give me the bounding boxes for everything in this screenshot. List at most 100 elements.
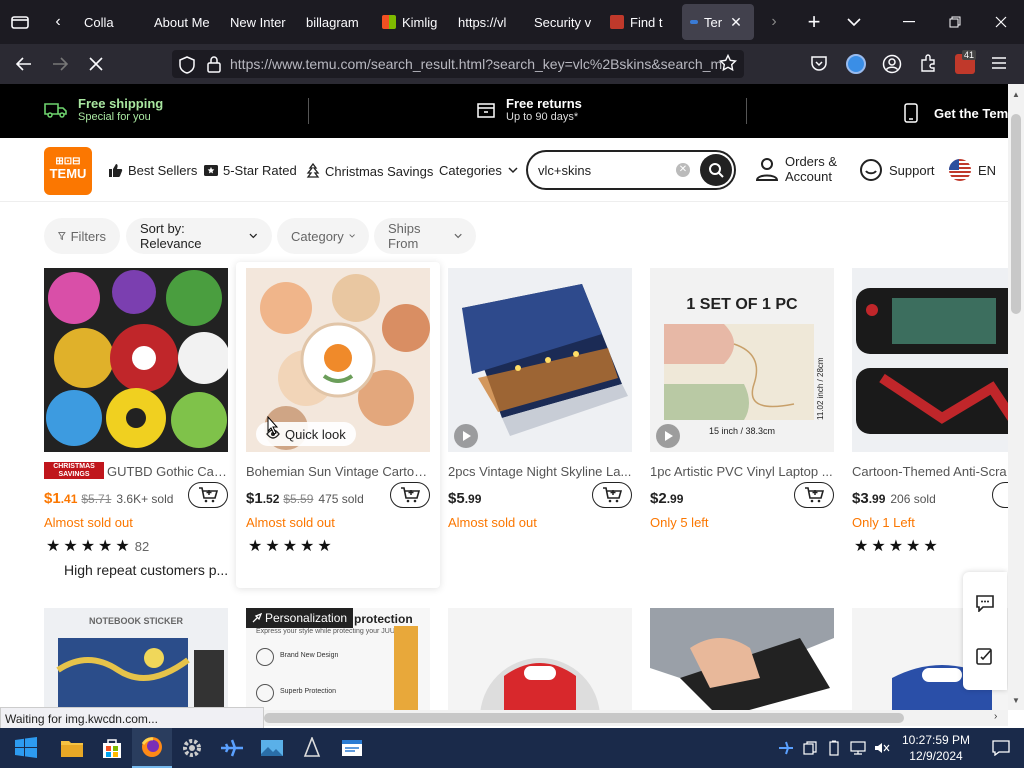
free-returns-promo[interactable]: Free returns Up to 90 days* <box>476 96 582 123</box>
tab[interactable]: Security v <box>526 0 602 44</box>
product-card[interactable]: CHRISTMAS SAVINGS GUTBD Gothic Cart... $… <box>44 268 228 578</box>
product-title[interactable]: GUTBD Gothic Cart... <box>107 464 228 479</box>
tab[interactable]: Find t <box>602 0 678 44</box>
url-bar[interactable]: https://www.temu.com/search_result.html?… <box>172 50 744 78</box>
account-icon[interactable] <box>882 54 902 77</box>
inkscape-app-icon[interactable] <box>292 728 332 768</box>
support-link[interactable]: Support <box>859 158 935 182</box>
category-dropdown[interactable]: Category <box>277 218 369 254</box>
back-icon[interactable] <box>6 44 42 84</box>
file-explorer-icon[interactable] <box>52 728 92 768</box>
document-app-icon[interactable] <box>332 728 372 768</box>
tab[interactable]: New Inter <box>222 0 298 44</box>
add-to-cart-button[interactable] <box>794 482 834 508</box>
url-text[interactable]: https://www.temu.com/search_result.html?… <box>230 56 722 72</box>
scroll-right-icon[interactable]: › <box>994 711 997 722</box>
firefox-icon[interactable] <box>132 728 172 768</box>
tab[interactable]: https://vl <box>450 0 526 44</box>
tab[interactable]: About Me <box>146 0 222 44</box>
best-sellers-link[interactable]: Best Sellers <box>108 163 197 178</box>
add-to-cart-button[interactable] <box>390 482 430 508</box>
product-title[interactable]: Cartoon-Themed Anti-Scra <box>852 464 1008 479</box>
search-button[interactable] <box>700 154 732 186</box>
free-shipping-promo[interactable]: Free shipping Special for you <box>44 96 163 123</box>
microsoft-store-icon[interactable] <box>92 728 132 768</box>
product-card[interactable] <box>650 608 834 710</box>
horizontal-scrollbar[interactable]: › <box>264 710 1008 726</box>
product-card[interactable]: Cartoon-Themed Anti-Scra $3.99 206 sold … <box>852 268 1008 568</box>
tab[interactable]: billagram <box>298 0 374 44</box>
product-title[interactable]: Bohemian Sun Vintage Cartoo... <box>246 464 430 479</box>
sort-dropdown[interactable]: Sort by: Relevance <box>126 218 272 254</box>
vertical-scrollbar[interactable]: ▲ ▼ <box>1008 84 1024 710</box>
product-image[interactable] <box>44 268 228 452</box>
add-to-cart-button[interactable] <box>992 482 1008 508</box>
tray-app-icon[interactable] <box>774 728 798 768</box>
product-image[interactable] <box>448 268 632 452</box>
vpn-extension-icon[interactable] <box>846 54 866 74</box>
settings-gear-icon[interactable] <box>172 728 212 768</box>
product-card[interactable]: 2pcs Vintage Night Skyline La... $5.99 A… <box>448 268 632 530</box>
orders-account-link[interactable]: Orders & Account <box>756 154 837 184</box>
tab-active[interactable]: Ter ✕ <box>682 4 754 40</box>
play-video-icon[interactable] <box>656 424 680 448</box>
close-window-icon[interactable] <box>978 0 1024 44</box>
scrollbar-thumb[interactable] <box>1011 114 1021 314</box>
stop-loading-icon[interactable] <box>78 44 114 84</box>
menu-icon[interactable] <box>990 55 1008 74</box>
scroll-down-icon[interactable]: ▼ <box>1012 696 1020 705</box>
product-image[interactable]: 1 SET OF 1 PC 11.02 inch / 28cm 15 inch … <box>650 268 834 452</box>
product-image[interactable] <box>852 268 1008 452</box>
tray-copy-icon[interactable] <box>798 728 822 768</box>
tab-list-icon[interactable] <box>0 0 40 44</box>
add-to-cart-button[interactable] <box>592 482 632 508</box>
chevron-down-icon[interactable] <box>834 0 874 44</box>
volume-muted-icon[interactable] <box>870 728 894 768</box>
filters-button[interactable]: Filters <box>44 218 120 254</box>
scrollbar-thumb[interactable] <box>264 713 904 723</box>
search-box[interactable]: vlc+skins ✕ <box>526 150 736 190</box>
product-card[interactable]: NOTEBOOK STICKER <box>44 608 228 710</box>
close-tab-icon[interactable]: ✕ <box>730 14 742 31</box>
minimize-icon[interactable] <box>886 0 932 44</box>
chat-icon[interactable] <box>975 594 995 615</box>
clear-search-icon[interactable]: ✕ <box>676 163 690 177</box>
pocket-icon[interactable] <box>810 54 828 75</box>
get-app-promo[interactable]: Get the Temu <box>904 103 1016 123</box>
tracking-shield-icon[interactable] <box>178 56 196 77</box>
bookmark-star-icon[interactable] <box>718 53 738 75</box>
five-star-link[interactable]: 5-Star Rated <box>204 163 297 178</box>
tab-scroll-left-icon[interactable]: ‹ <box>40 0 76 44</box>
product-title[interactable]: 2pcs Vintage Night Skyline La... <box>448 464 632 479</box>
product-card[interactable] <box>448 608 632 710</box>
add-to-cart-button[interactable] <box>188 482 228 508</box>
feedback-icon[interactable] <box>975 646 995 669</box>
product-title[interactable]: 1pc Artistic PVC Vinyl Laptop ... <box>650 464 834 479</box>
system-clock[interactable]: 10:27:59 PM 12/9/2024 <box>894 732 978 764</box>
categories-dropdown[interactable]: Categories <box>439 163 523 178</box>
ships-from-dropdown[interactable]: Ships From <box>374 218 476 254</box>
extensions-icon[interactable] <box>919 54 937 75</box>
product-card[interactable]: 1 SET OF 1 PC 11.02 inch / 28cm 15 inch … <box>650 268 834 530</box>
battery-icon[interactable] <box>822 728 846 768</box>
language-selector[interactable]: EN <box>948 158 996 182</box>
lock-icon[interactable] <box>206 55 222 76</box>
tab-scroll-right-icon[interactable]: › <box>754 0 794 44</box>
airplane-app-icon[interactable] <box>212 728 252 768</box>
temu-logo[interactable]: ⊞⊡⊟ TEMU <box>44 147 92 195</box>
tab-label: billagram <box>306 14 359 30</box>
tab[interactable]: Kimlig <box>374 0 450 44</box>
photos-app-icon[interactable] <box>252 728 292 768</box>
restore-icon[interactable] <box>932 0 978 44</box>
windows-start-icon[interactable] <box>0 728 52 768</box>
scroll-up-icon[interactable]: ▲ <box>1012 90 1020 99</box>
play-video-icon[interactable] <box>454 424 478 448</box>
notifications-icon[interactable] <box>978 728 1024 768</box>
new-tab-icon[interactable]: + <box>794 0 834 44</box>
network-icon[interactable] <box>846 728 870 768</box>
product-card[interactable]: Personalization protection Express your … <box>246 608 430 710</box>
forward-icon[interactable] <box>42 44 78 84</box>
search-input[interactable]: vlc+skins <box>538 163 591 178</box>
tab[interactable]: Colla <box>76 0 146 44</box>
christmas-savings-link[interactable]: Christmas Savings <box>306 163 433 179</box>
